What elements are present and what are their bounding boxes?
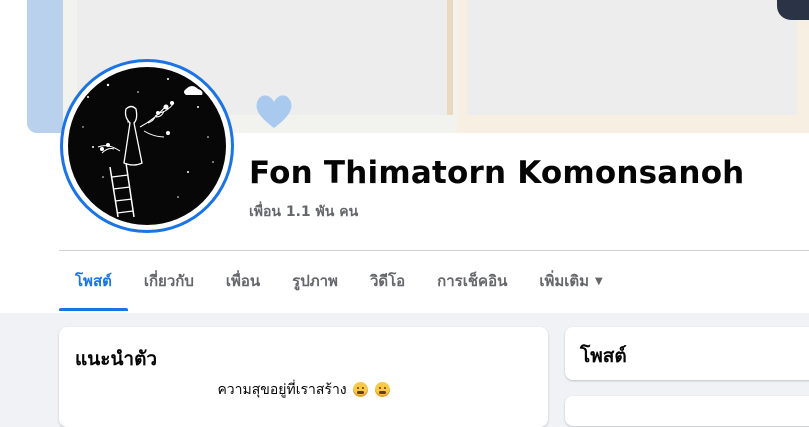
tab-label: รูปภาพ [292,272,338,290]
grimace-emoji-icon [374,382,390,397]
tab-label: การเช็คอิน [437,272,508,290]
bio-text: ความสุขอยู่ที่เราสร้าง [59,379,548,401]
avatar[interactable] [68,67,226,225]
tab-label: โพสต์ [75,272,112,290]
caret-down-icon: ▼ [595,275,603,287]
tab-label: วิดีโอ [369,272,406,290]
tab-posts[interactable]: โพสต์ [59,251,128,311]
tab-videos[interactable]: วิดีโอ [354,251,421,311]
heart-icon [256,95,292,128]
tab-photos[interactable]: รูปภาพ [276,251,354,311]
tab-label: เกี่ยวกับ [143,272,194,290]
tab-about[interactable]: เกี่ยวกับ [128,251,210,311]
grimace-emoji-icon [353,382,369,397]
posts-title: โพสต์ [580,345,627,367]
intro-title: แนะนำตัว [75,348,158,370]
tab-friends[interactable]: เพื่อน [210,251,276,311]
intro-card: แนะนำตัว ความสุขอยู่ที่เราสร้าง [59,327,548,427]
avatar-illustration [82,78,214,218]
friends-count[interactable]: เพื่อน 1.1 พัน คน [249,201,358,223]
cover-photo-right [467,0,797,115]
tab-label: เพิ่มเติม [539,272,590,290]
tab-checkins[interactable]: การเช็คอิน [421,251,523,311]
posts-filter-card [565,396,809,426]
profile-tabs: โพสต์ เกี่ยวกับ เพื่อน รูปภาพ วิดีโอ การ… [59,251,619,311]
tab-label: เพื่อน [225,272,261,290]
bio-label: ความสุขอยู่ที่เราสร้าง [217,382,347,398]
profile-name: Fon Thimatorn Komonsanoh [249,155,745,191]
tab-more[interactable]: เพิ่มเติม ▼ [523,251,618,311]
posts-card: โพสต์ [565,327,809,380]
cover-detail [777,0,809,20]
